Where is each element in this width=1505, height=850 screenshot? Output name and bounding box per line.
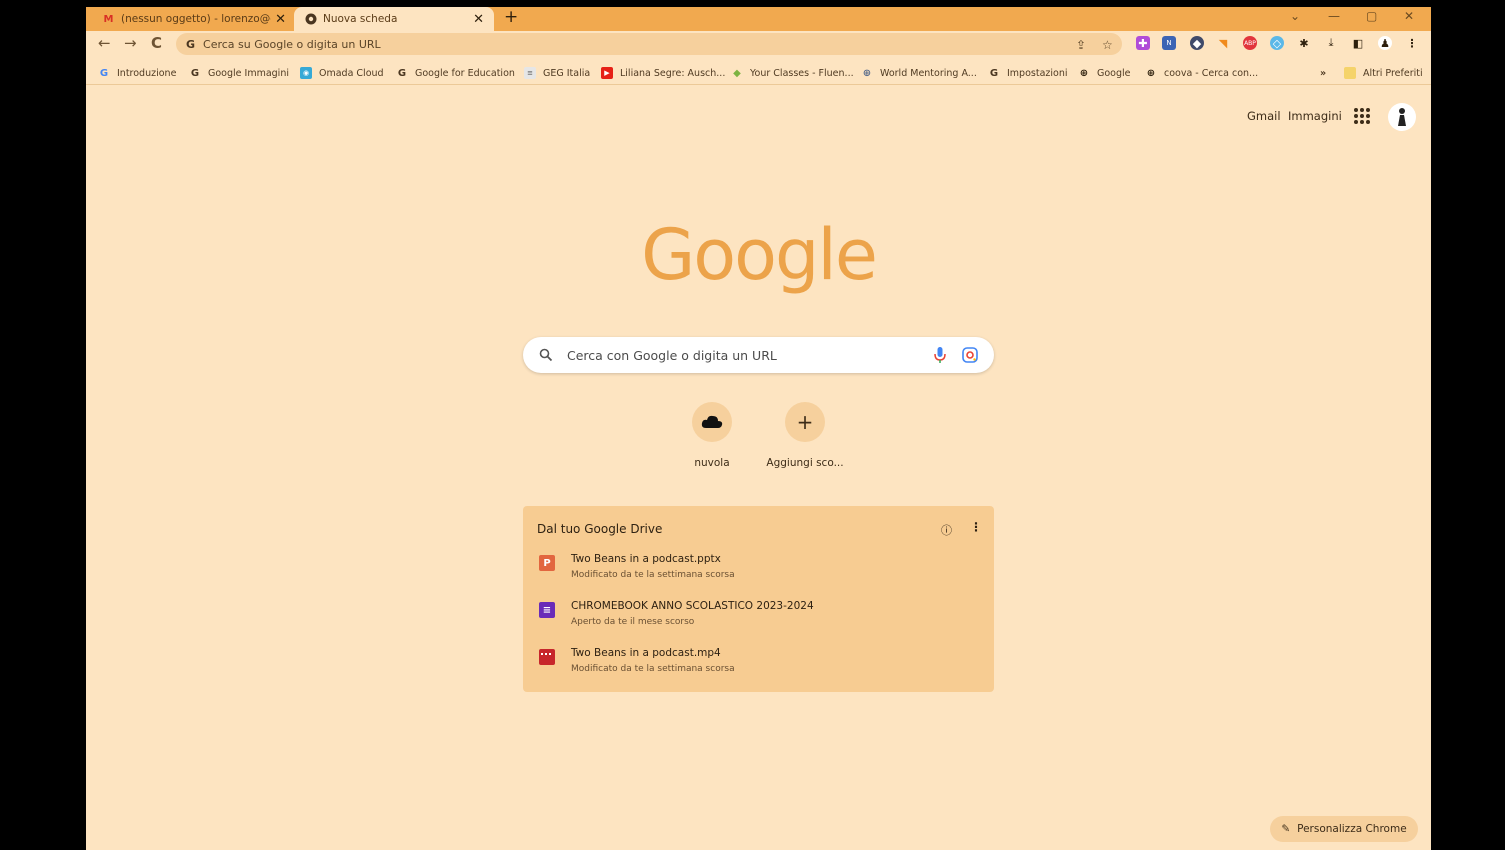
google-g-icon: G — [397, 67, 407, 79]
bookmark-google-for-education[interactable]: G Google for Education — [396, 64, 515, 82]
extensions-icon[interactable]: ✱ — [1297, 36, 1311, 50]
drive-card: Dal tuo Google Drive ⓘ ⋮ P Two Beans in … — [523, 506, 994, 692]
world-icon: ⊕ — [862, 67, 872, 79]
ntp-search-box[interactable]: Cerca con Google o digita un URL — [523, 337, 994, 373]
bookmark-google[interactable]: ⊕ Google — [1078, 64, 1131, 82]
adblock-icon[interactable]: ABP — [1243, 36, 1257, 50]
shortcut-label: Aggiungi sco... — [766, 457, 844, 469]
folder-icon — [1344, 67, 1356, 79]
bookmark-world-mentoring[interactable]: ⊕ World Mentoring A... — [861, 64, 977, 82]
youtube-icon: ▶ — [601, 67, 613, 79]
plus-icon: + — [785, 402, 825, 442]
bookmark-omada-cloud[interactable]: ◉ Omada Cloud — [300, 64, 384, 82]
bookmark-liliana-segre[interactable]: ▶ Liliana Segre: Ausch... — [601, 64, 725, 82]
chrome-icon — [304, 13, 317, 26]
google-logo: Google — [641, 214, 878, 296]
customize-chrome-button[interactable]: ✎ Personalizza Chrome — [1270, 816, 1418, 842]
omnibox-placeholder: Cerca su Google o digita un URL — [203, 37, 381, 51]
new-tab-button[interactable]: + — [504, 7, 518, 29]
omnibox[interactable]: G Cerca su Google o digita un URL ⇪ ☆ — [176, 33, 1122, 55]
geg-icon: ≡ — [524, 67, 536, 79]
google-g-icon: G — [186, 37, 196, 51]
google-lens-icon[interactable] — [961, 346, 979, 368]
info-icon[interactable]: ⓘ — [941, 522, 952, 538]
gmail-link[interactable]: Gmail — [1247, 109, 1281, 123]
omada-icon: ◉ — [300, 67, 312, 79]
file-name: Two Beans in a podcast.mp4 — [571, 647, 721, 659]
tab-gmail[interactable]: M (nessun oggetto) - lorenzo@co... ✕ — [92, 7, 296, 31]
close-icon[interactable]: ✕ — [275, 12, 286, 27]
cloud-icon — [692, 402, 732, 442]
globe-icon: ⊕ — [1146, 67, 1156, 79]
tab-strip: M (nessun oggetto) - lorenzo@co... ✕ Nuo… — [86, 7, 1431, 31]
back-button[interactable]: ← — [98, 34, 111, 52]
bookmark-your-classes[interactable]: ◆ Your Classes - Fluen... — [731, 64, 853, 82]
apps-grid-icon[interactable] — [1354, 108, 1370, 124]
download-icon[interactable]: ⤓ — [1324, 36, 1338, 50]
search-placeholder: Cerca con Google o digita un URL — [567, 348, 777, 363]
tab-title: Nuova scheda — [323, 13, 398, 25]
maximize-button[interactable]: ▢ — [1366, 7, 1377, 29]
account-avatar[interactable] — [1388, 103, 1416, 131]
reload-button[interactable]: C — [151, 34, 162, 52]
video-icon — [539, 649, 555, 665]
bookmarks-overflow-button[interactable]: » — [1320, 64, 1326, 82]
minimize-button[interactable]: — — [1328, 7, 1340, 29]
rss-icon[interactable]: ◥ — [1216, 36, 1230, 50]
bookmark-google-immagini[interactable]: G Google Immagini — [189, 64, 289, 82]
close-icon[interactable]: ✕ — [473, 12, 484, 27]
star-icon[interactable]: ☆ — [1102, 38, 1113, 52]
fluency-icon: ◆ — [733, 67, 741, 79]
search-icon — [539, 347, 553, 366]
gmail-icon: M — [103, 13, 114, 25]
share-icon[interactable]: ⇪ — [1076, 38, 1086, 52]
shortcut-nuvola[interactable]: nuvola — [667, 402, 757, 469]
shortcut-add[interactable]: + Aggiungi sco... — [760, 402, 850, 469]
extension-blue-icon[interactable]: ◇ — [1270, 36, 1284, 50]
file-name: CHROMEBOOK ANNO SCOLASTICO 2023-2024 — [571, 600, 814, 612]
menu-icon[interactable]: ⋮ — [1405, 36, 1419, 50]
file-subtitle: Modificato da te la settimana scorsa — [571, 664, 735, 674]
images-link[interactable]: Immagini — [1288, 109, 1342, 123]
profile-avatar[interactable]: ♟ — [1378, 36, 1392, 50]
tab-title: (nessun oggetto) - lorenzo@co... — [121, 13, 271, 25]
extension-puzzle-icon[interactable]: ✚ — [1136, 36, 1150, 50]
toolbar: ← → C G Cerca su Google o digita un URL … — [86, 31, 1431, 58]
browser-window: M (nessun oggetto) - lorenzo@co... ✕ Nuo… — [86, 7, 1431, 850]
side-panel-icon[interactable]: ◧ — [1351, 36, 1365, 50]
bookmark-impostazioni[interactable]: G Impostazioni — [988, 64, 1068, 82]
bookmark-introduzione[interactable]: G Introduzione — [98, 64, 177, 82]
more-options-icon[interactable]: ⋮ — [970, 520, 982, 534]
other-bookmarks-folder[interactable]: Altri Preferiti — [1344, 64, 1423, 82]
file-subtitle: Modificato da te la settimana scorsa — [571, 570, 735, 580]
tab-new-tab[interactable]: Nuova scheda ✕ — [294, 7, 494, 31]
forms-icon: ≡ — [539, 602, 555, 618]
microphone-icon[interactable] — [933, 346, 947, 368]
google-g-icon: G — [99, 67, 109, 79]
pencil-icon: ✎ — [1281, 823, 1291, 835]
drive-card-title: Dal tuo Google Drive — [537, 522, 663, 536]
file-subtitle: Aperto da te il mese scorso — [571, 617, 695, 627]
bookmarks-bar: G Introduzione G Google Immagini ◉ Omada Cl… — [86, 62, 1431, 85]
tab-search-icon[interactable]: ⌄ — [1290, 7, 1300, 29]
slides-icon: P — [539, 555, 555, 571]
file-name: Two Beans in a podcast.pptx — [571, 553, 721, 565]
extension-new-icon[interactable]: N — [1162, 36, 1176, 50]
google-g-icon: G — [190, 67, 200, 79]
close-window-button[interactable]: ✕ — [1404, 7, 1414, 29]
bookmark-coova[interactable]: ⊕ coova - Cerca con... — [1145, 64, 1258, 82]
extension-shield-icon[interactable]: ◆ — [1190, 36, 1204, 50]
shortcut-label: nuvola — [694, 457, 730, 469]
drive-file-item[interactable]: Two Beans in a podcast.mp4 Modificato da… — [537, 647, 977, 681]
drive-file-item[interactable]: P Two Beans in a podcast.pptx Modificato… — [537, 553, 977, 587]
forward-button[interactable]: → — [124, 34, 137, 52]
bookmark-geg-italia[interactable]: ≡ GEG Italia — [524, 64, 590, 82]
globe-icon: ⊕ — [1079, 67, 1089, 79]
customize-label: Personalizza Chrome — [1297, 823, 1407, 835]
drive-file-item[interactable]: ≡ CHROMEBOOK ANNO SCOLASTICO 2023-2024 A… — [537, 600, 977, 634]
google-g-icon: G — [989, 67, 999, 79]
